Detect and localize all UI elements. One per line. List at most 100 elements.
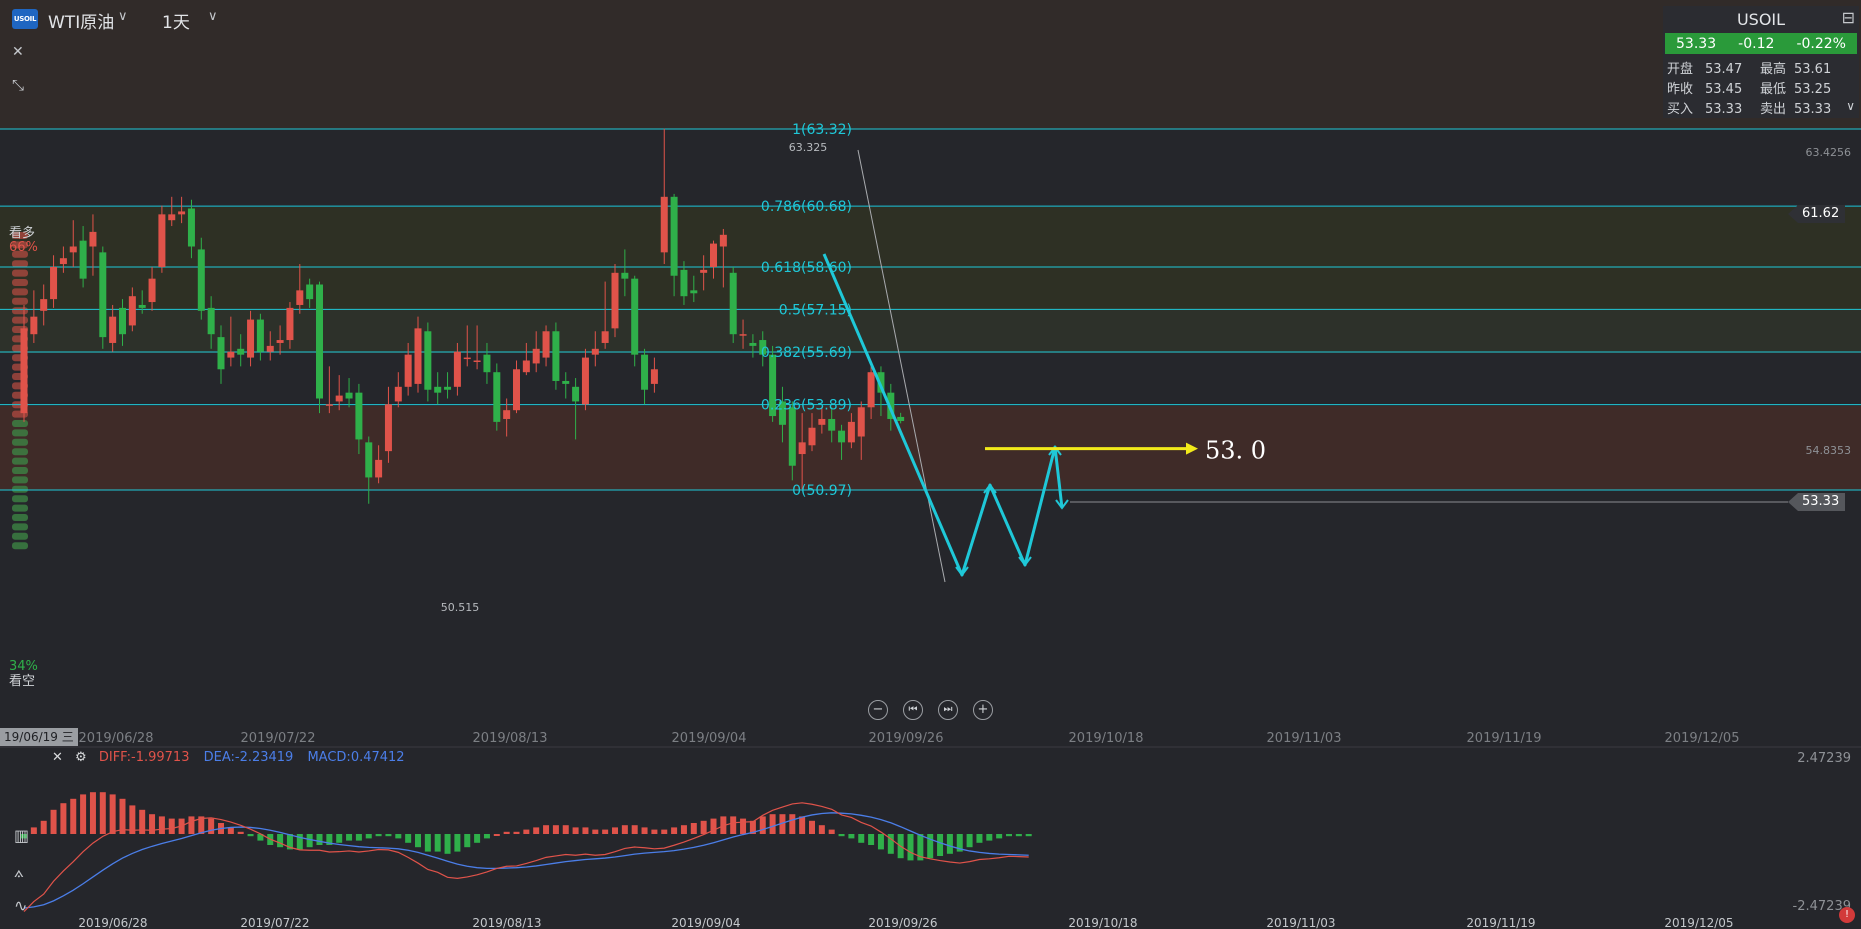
collapse-icon[interactable]: ⤡ xyxy=(12,76,24,94)
candle-body xyxy=(710,243,717,267)
x-axis-tick-label: 2019/12/05 xyxy=(1665,731,1740,746)
candle-body xyxy=(581,357,589,405)
alert-icon[interactable]: ! xyxy=(1839,907,1855,923)
target-price-label: 53. 0 xyxy=(1205,437,1266,465)
candle-body xyxy=(739,334,747,336)
macd-histogram-bar xyxy=(789,814,796,834)
macd-histogram-bar xyxy=(336,834,343,843)
macd-histogram-bar xyxy=(621,825,628,834)
macd-histogram-bar xyxy=(966,834,973,848)
usoil-logo-icon: USOIL xyxy=(12,9,38,29)
chevron-down-icon[interactable]: ∨ xyxy=(208,9,218,24)
macd-x-axis-tick-label: 2019/11/19 xyxy=(1466,916,1535,929)
sentiment-gauge-segment xyxy=(12,485,28,493)
quote-row: 开盘 53.47 最高 53.61 xyxy=(1667,62,1832,77)
x-axis-tick-label: 2019/10/18 xyxy=(1069,731,1144,746)
zone-band-mid xyxy=(0,310,1861,353)
candle-body xyxy=(424,331,432,390)
period-selector[interactable]: 1天 xyxy=(162,8,190,33)
sentiment-gauge-segment xyxy=(12,457,28,465)
candle-body xyxy=(384,404,392,452)
macd-x-axis-tick-label: 2019/09/04 xyxy=(671,916,740,929)
fib-level-label: 0(50.97) xyxy=(792,483,852,499)
macd-histogram-bar xyxy=(434,834,441,852)
fib-level-label: 0.786(60.68) xyxy=(761,199,852,215)
candle-body xyxy=(99,252,107,338)
macd-histogram-bar xyxy=(464,834,471,848)
sentiment-gauge-segment xyxy=(12,542,28,550)
x-axis-tick-label: 2019/07/22 xyxy=(241,731,316,746)
macd-histogram-bar xyxy=(730,816,737,834)
macd-histogram-bar xyxy=(513,831,520,834)
macd-histogram-bar xyxy=(986,834,993,841)
candlestick-chart[interactable]: 1(63.32) 0.786(60.68) 0.618(58.60) 0.5(57.1… xyxy=(0,0,1861,929)
zoom-in-button[interactable]: + xyxy=(973,700,993,720)
chevron-down-icon[interactable]: ∨ xyxy=(1846,99,1855,113)
macd-histogram-bar xyxy=(976,834,983,843)
chevron-down-icon[interactable]: ∨ xyxy=(118,9,128,24)
candle-body xyxy=(40,299,48,311)
macd-histogram-bar xyxy=(572,827,579,834)
macd-histogram-bar xyxy=(671,827,678,834)
macd-histogram-bar xyxy=(907,834,914,861)
candle-body xyxy=(316,284,323,399)
macd-x-axis-tick-label: 2019/09/26 xyxy=(868,916,937,929)
quote-row: 昨收 53.45 最低 53.25 xyxy=(1667,82,1832,97)
zone-band-upper xyxy=(0,207,1861,310)
macd-histogram-bar xyxy=(651,829,658,834)
scroll-start-button[interactable]: ⏮ xyxy=(903,700,923,720)
panel-menu-icon[interactable]: ⊟ xyxy=(1842,8,1855,27)
price-change: -0.12 xyxy=(1738,35,1775,52)
candle-body xyxy=(513,369,520,411)
candle-body xyxy=(187,208,195,247)
macd-histogram-bar xyxy=(937,834,944,856)
symbol-selector[interactable]: WTI原油 xyxy=(48,8,114,33)
macd-histogram-bar xyxy=(109,794,116,834)
macd-histogram-bar xyxy=(946,834,953,854)
axis-label-top: 63.4256 xyxy=(1806,146,1852,159)
fib-level-label: 0.618(58.60) xyxy=(761,260,852,276)
macd-x-axis-tick-label: 2019/07/22 xyxy=(240,916,309,929)
macd-histogram-bar xyxy=(641,827,648,834)
candle-body xyxy=(867,372,875,408)
low-price-label: 50.515 xyxy=(441,601,480,614)
drawing-tool-icon[interactable]: ⟑ xyxy=(14,862,24,882)
waveform-icon[interactable]: ∿ xyxy=(14,896,27,915)
axis-label-mid: 54.8353 xyxy=(1806,444,1852,457)
x-axis-tick-label: 2019/09/26 xyxy=(869,731,944,746)
x-axis-tick-label: 2019/09/04 xyxy=(672,731,747,746)
macd-histogram-bar xyxy=(612,827,618,834)
macd-histogram-bar xyxy=(40,820,47,834)
macd-histogram-bar xyxy=(818,825,825,834)
candle-body xyxy=(414,328,422,384)
macd-histogram-bar xyxy=(168,818,175,834)
candle-body xyxy=(857,407,865,437)
macd-histogram-bar xyxy=(1015,834,1022,837)
sentiment-gauge-segment xyxy=(12,504,28,512)
candle-body xyxy=(69,246,77,253)
scroll-end-button[interactable]: ⏭ xyxy=(938,700,958,720)
candle-body xyxy=(700,269,708,273)
candle-body xyxy=(286,307,294,341)
macd-histogram-bar xyxy=(188,816,195,834)
bear-sentiment: 34% 看空 xyxy=(9,659,38,689)
fib-level-label: 0.5(57.15) xyxy=(779,302,852,318)
macd-histogram-bar xyxy=(70,798,77,834)
candle-body xyxy=(109,316,117,343)
fib-level-label: 0.382(55.69) xyxy=(761,345,852,361)
macd-histogram-bar xyxy=(1006,834,1012,837)
macd-histogram-bar xyxy=(848,834,855,839)
close-icon[interactable]: ✕ xyxy=(12,44,24,60)
indicator-icon[interactable]: ▥ xyxy=(14,826,29,845)
gear-icon[interactable]: ⚙ xyxy=(75,750,87,765)
zoom-out-button[interactable]: − xyxy=(868,700,888,720)
fib-level-label: 1(63.32) xyxy=(792,122,852,138)
candle-body xyxy=(79,240,87,279)
macd-histogram-bar xyxy=(237,831,244,834)
candle-body xyxy=(138,304,146,308)
macd-histogram-bar xyxy=(306,834,313,848)
top-bar: USOIL WTI原油 ∨ 1天 ∨ xyxy=(0,0,1660,38)
macd-histogram-bar xyxy=(316,834,323,845)
candle-body xyxy=(59,258,67,265)
close-indicator-icon[interactable]: ✕ xyxy=(52,750,63,765)
